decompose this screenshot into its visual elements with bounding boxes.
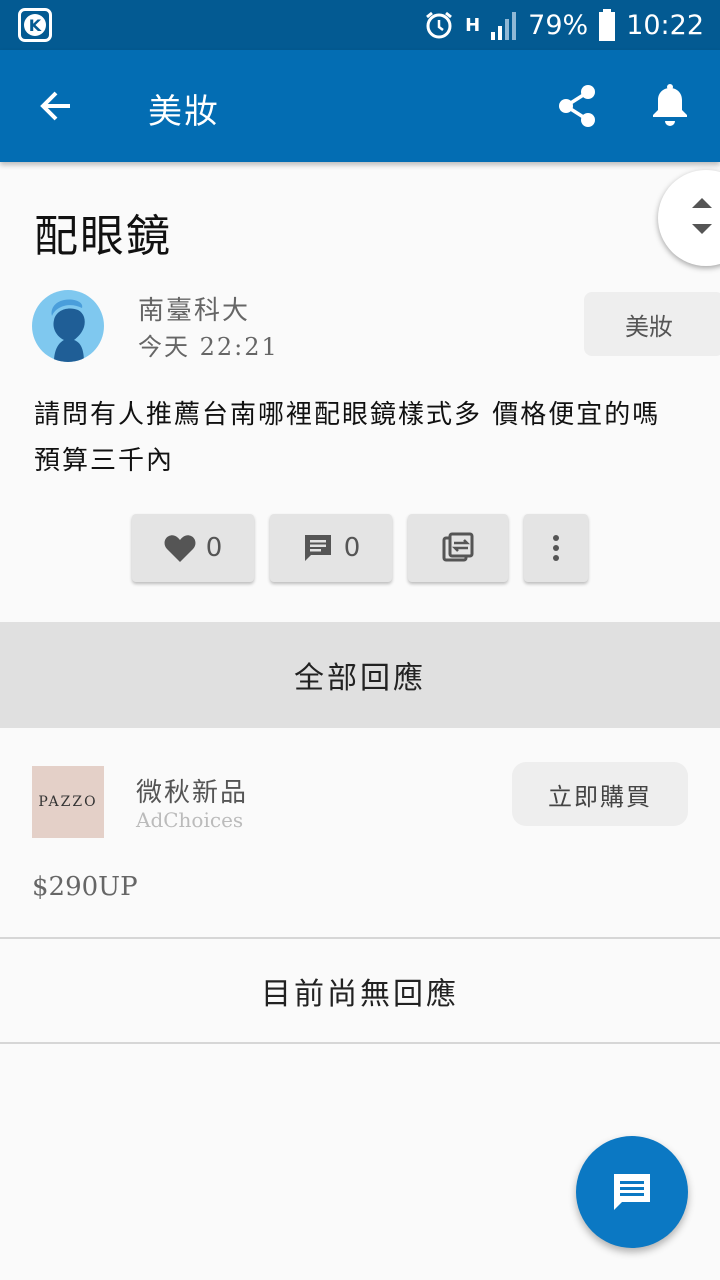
post-timestamp: 今天 22:21 [138, 333, 279, 361]
buy-now-button[interactable]: 立即購買 [512, 762, 688, 826]
ad-price: $290UP [32, 872, 138, 902]
post-body: 請問有人推薦台南哪裡配眼鏡樣式多 價格便宜的嗎 預算三千內 [34, 400, 681, 476]
author-name[interactable]: 南臺科大 [138, 290, 250, 327]
divider [0, 1042, 720, 1044]
more-options-button[interactable] [524, 514, 588, 582]
avatar[interactable] [32, 290, 104, 362]
repost-icon [442, 532, 474, 562]
like-count: 0 [205, 533, 223, 563]
compose-reply-button[interactable] [576, 1136, 688, 1248]
scroll-toggle-button[interactable] [658, 170, 720, 266]
empty-replies-message: 目前尚無回應 [261, 977, 459, 1012]
category-chip[interactable]: 美妝 [584, 292, 720, 356]
clock: 10:22 [626, 9, 704, 41]
back-button[interactable] [30, 80, 82, 132]
signal-icon [490, 10, 518, 40]
divider [0, 937, 720, 939]
battery-icon [598, 9, 616, 41]
network-type: H [465, 14, 481, 36]
app-k-icon: K [18, 8, 52, 42]
like-button[interactable]: 0 [132, 514, 254, 582]
page-title: 美妝 [148, 92, 220, 132]
notification-button[interactable] [644, 80, 696, 132]
share-button[interactable] [552, 80, 604, 132]
ad-title[interactable]: 微秋新品 [136, 772, 248, 809]
replies-header: 全部回應 [0, 622, 720, 728]
app-bar: 美妝 [0, 50, 720, 162]
more-vert-icon [553, 535, 559, 561]
repost-button[interactable] [408, 514, 508, 582]
ad-logo-text: PAZZO [38, 794, 98, 810]
comment-count: 0 [343, 533, 361, 563]
avatar-silhouette-icon [51, 299, 85, 362]
ad-choices-label[interactable]: AdChoices [136, 808, 243, 832]
post-title: 配眼鏡 [34, 211, 172, 262]
bell-icon [653, 84, 687, 126]
up-down-arrows-icon [692, 198, 712, 234]
chat-icon [614, 1174, 650, 1210]
share-icon [559, 85, 595, 127]
arrow-left-icon [40, 91, 70, 121]
comment-icon [304, 535, 331, 561]
ad-logo[interactable]: PAZZO [32, 766, 104, 838]
svg-text:K: K [29, 16, 42, 35]
status-bar: K H 79% 10:22 [0, 0, 720, 50]
alarm-icon [423, 9, 455, 41]
comment-button[interactable]: 0 [270, 514, 392, 582]
battery-percent: 79% [528, 9, 589, 41]
heart-icon [164, 535, 196, 562]
